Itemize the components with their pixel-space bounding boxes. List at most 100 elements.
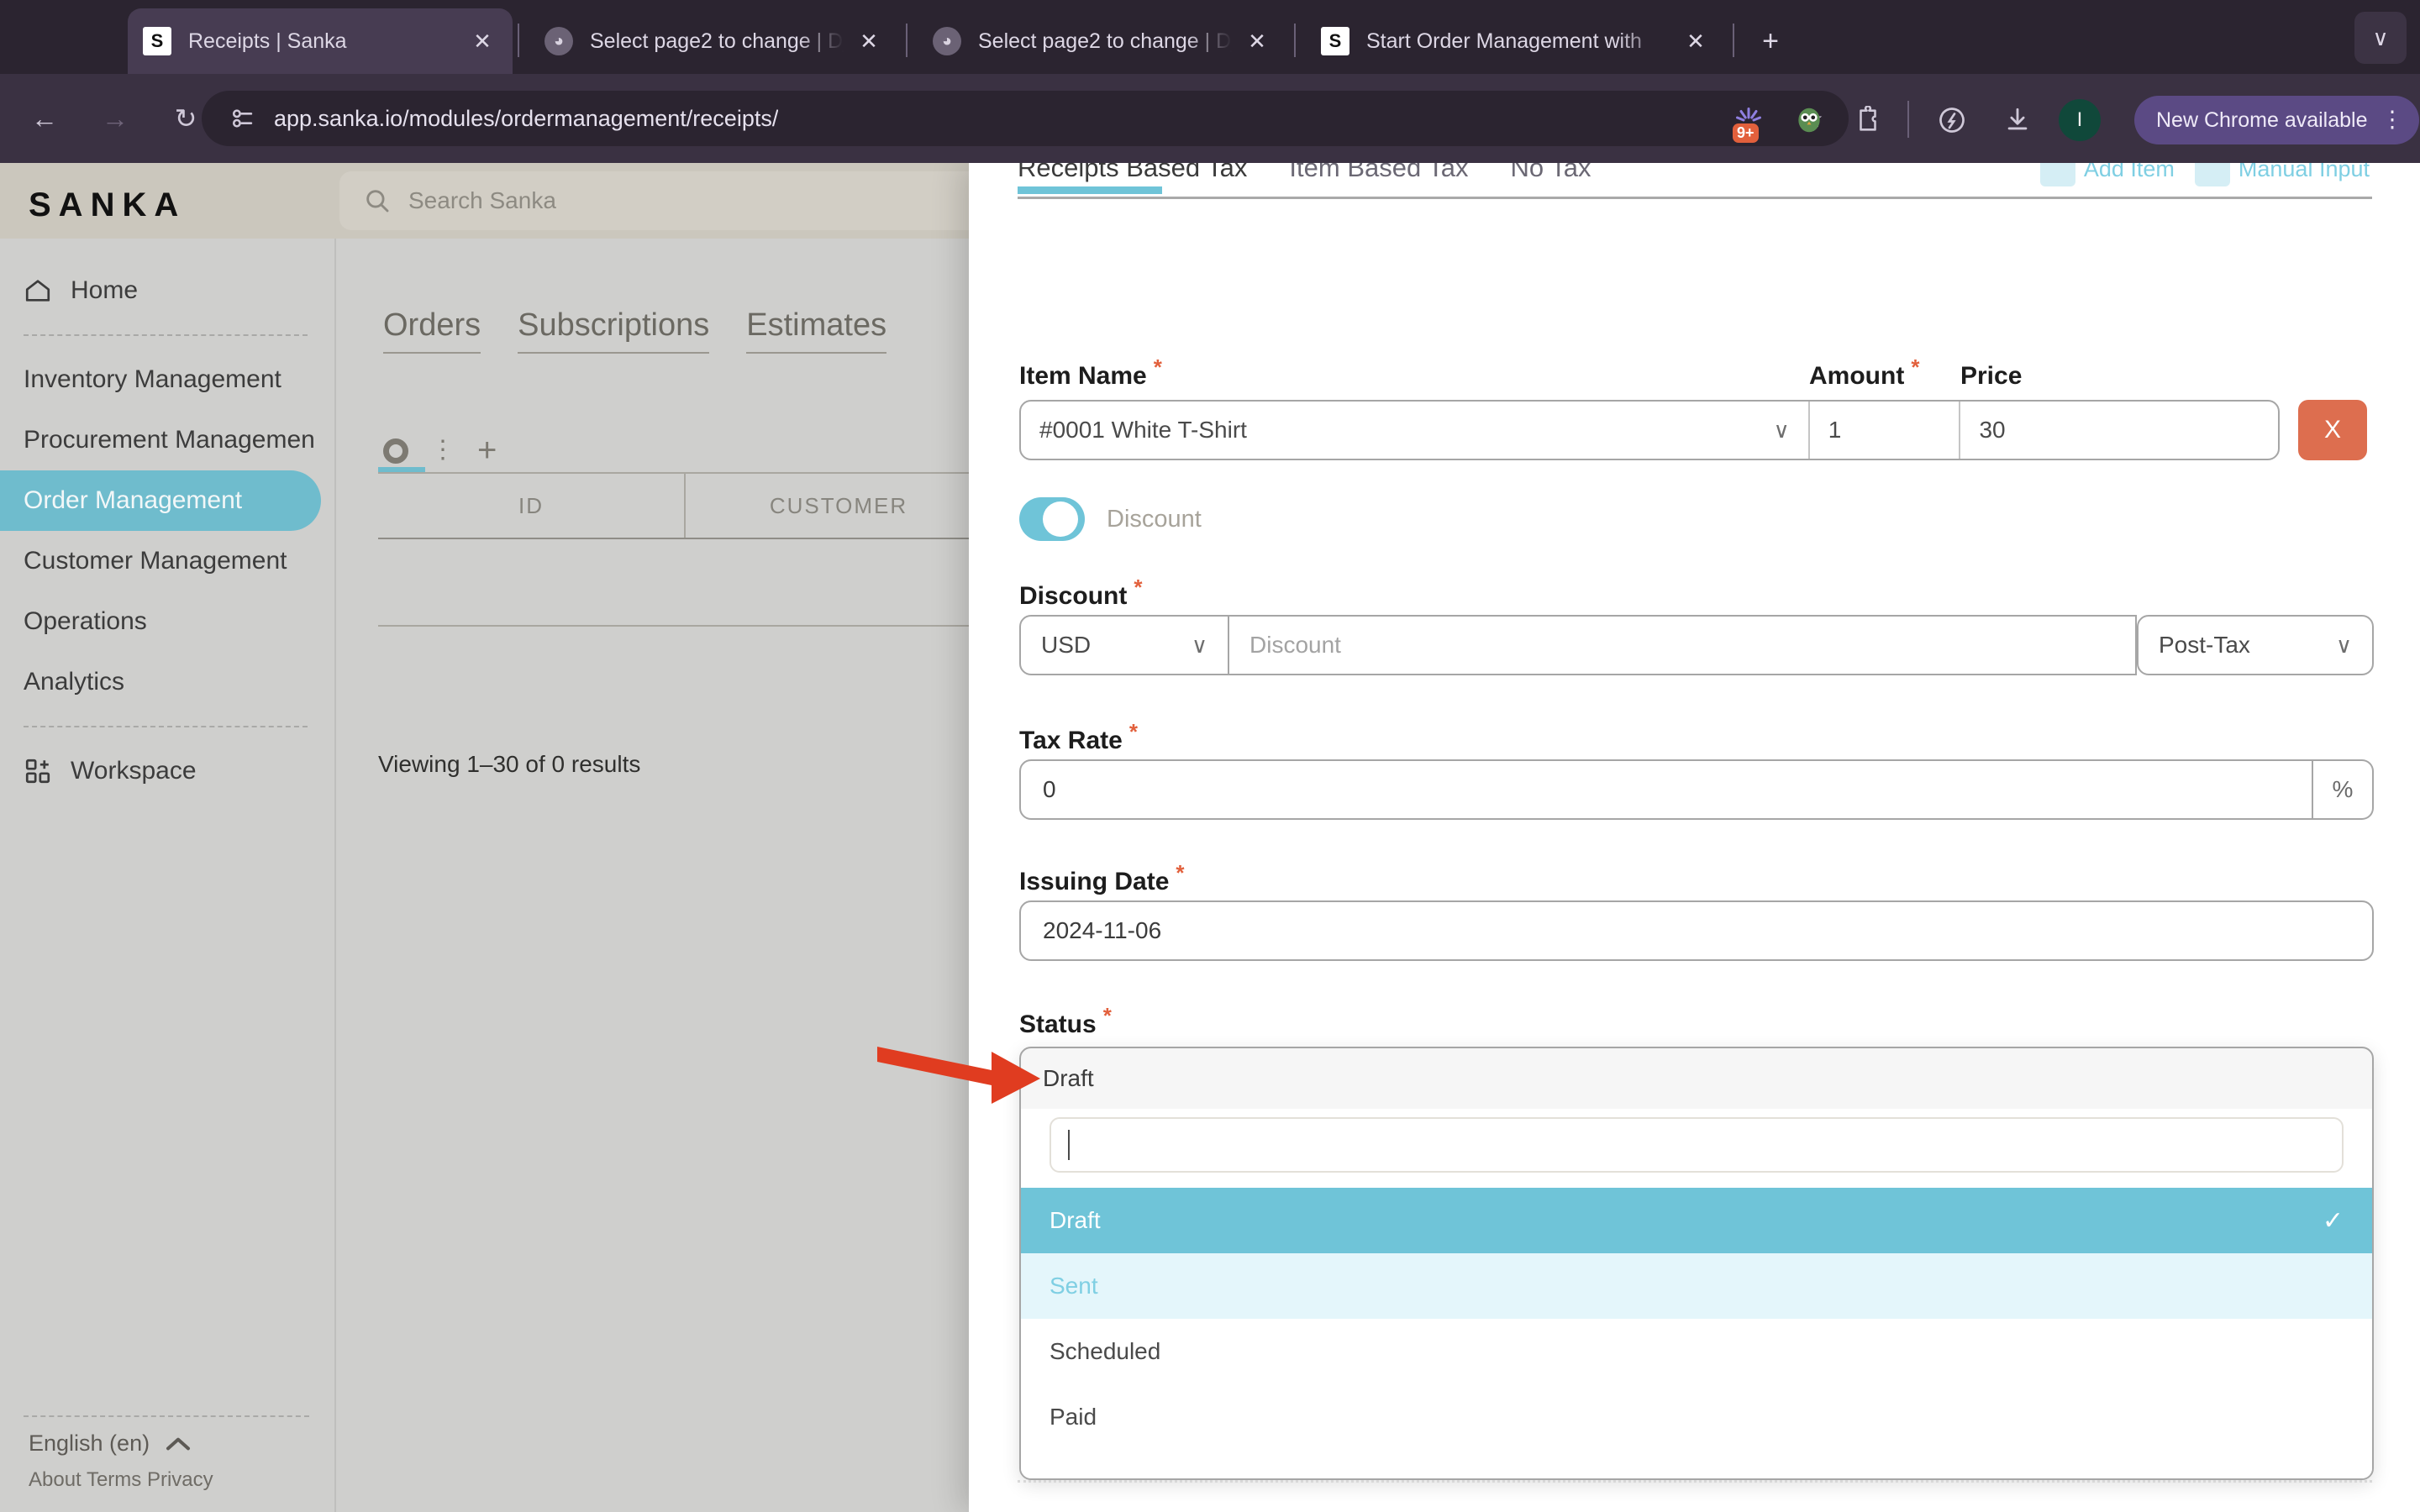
view-toolbar: ⋮ + [383,432,497,470]
new-tab-button[interactable]: + [1749,20,1791,62]
discount-label-text: Discount [1019,582,1127,610]
sidebar-item-inventory-management[interactable]: Inventory Management [0,349,334,410]
extension-icon-notifications[interactable]: 9+ [1729,101,1768,139]
view-options-icon[interactable]: ⋮ [430,441,455,460]
browser-tab-2[interactable]: ◕ Select page2 to change | Djan ✕ [918,8,1287,74]
required-asterisk: * [1154,354,1162,380]
sidebar-item-operations[interactable]: Operations [0,591,334,652]
tax-rate-value: 0 [1043,776,1056,803]
manual-input-button[interactable]: Manual Input [2195,163,2370,186]
modal-header-divider [1018,197,2372,199]
discount-toggle-row: Discount [1019,497,1202,541]
sidebar-item-home[interactable]: Home [0,260,334,321]
downloads-icon[interactable] [1998,101,2037,139]
check-icon: ✓ [2323,1206,2344,1236]
browser-tab-3[interactable]: S Start Order Management with ✕ [1306,8,1726,74]
sidebar-divider [24,726,308,727]
discount-field-label: Discount* [1019,575,1142,611]
modal-divider-top [1018,1480,2372,1483]
close-icon[interactable]: ✕ [1242,26,1272,56]
close-icon[interactable]: ✕ [1681,26,1711,56]
extension-icon-puzzle[interactable] [1849,101,1887,139]
tab-item-based-tax[interactable]: Item Based Tax [1289,163,1468,183]
close-icon[interactable]: ✕ [467,26,497,56]
issuing-date-value: 2024-11-06 [1043,917,1161,944]
discount-amount-input[interactable]: Discount [1229,615,2137,675]
new-chrome-available-button[interactable]: New Chrome available ⋮ [2134,96,2419,144]
browser-tab-1[interactable]: ◕ Select page2 to change | Djan ✕ [529,8,899,74]
sidebar-footer: English (en) About Terms Privacy [0,1402,336,1492]
tab-no-tax[interactable]: No Tax [1511,163,1591,183]
modal-header-actions: Add Item Manual Input [2040,163,2370,186]
django-favicon: ◕ [544,27,573,55]
tax-rate-input[interactable]: 0 [1019,759,2313,820]
language-selector[interactable]: English (en) [0,1431,336,1457]
tab-orders[interactable]: Orders [383,307,481,354]
tab-subscriptions[interactable]: Subscriptions [518,307,709,354]
chevron-down-icon: ∨ [1192,633,1207,659]
browser-menu-icon[interactable]: ⋮ [2381,111,2404,129]
site-settings-icon[interactable] [224,99,262,138]
item-name-value: #0001 White T-Shirt [1039,417,1247,444]
extension-icon-speed[interactable] [1933,101,1971,139]
browser-tab-0[interactable]: S Receipts | Sanka ✕ [128,8,513,74]
required-asterisk: * [1911,354,1919,380]
sidebar-item-analytics[interactable]: Analytics [0,652,334,712]
status-option-label: Draft [1050,1207,1101,1234]
amount-label-text: Amount [1809,362,1904,390]
browser-toolbar: ← → ↻ app.sanka.io/modules/ordermanageme… [0,74,2420,163]
item-amount-input[interactable]: 1 [1810,402,1961,459]
receipt-tax-tabs: Receipts Based Tax Item Based Tax No Tax [1018,163,1591,183]
extension-icon-owl[interactable] [1790,101,1828,139]
tab-receipts-based-tax[interactable]: Receipts Based Tax [1018,163,1247,183]
sidebar-item-customer-management[interactable]: Customer Management [0,531,334,591]
reload-icon: ↻ [175,102,197,134]
legal-links[interactable]: About Terms Privacy [0,1468,336,1492]
table-column-header[interactable]: CUSTOMER [686,474,993,538]
status-option-sent[interactable]: Sent [1021,1253,2372,1319]
remove-item-button[interactable]: X [2298,400,2367,460]
item-name-select[interactable]: #0001 White T-Shirt ∨ [1021,402,1810,459]
table-column-header[interactable]: ID [378,474,686,538]
results-count: Viewing 1–30 of 0 results [378,751,640,778]
sanka-favicon: S [143,27,171,55]
status-dropdown-panel: Draft ✓ Sent Scheduled Paid [1021,1109,2372,1478]
tax-rate-label-text: Tax Rate [1019,727,1123,754]
sanka-favicon: S [1321,27,1349,55]
item-name-label-text: Item Name [1019,362,1147,390]
tax-rate-field-label: Tax Rate* [1019,719,1138,755]
status-option-paid[interactable]: Paid [1021,1384,2372,1450]
sidebar-item-procurement-management[interactable]: Procurement Managemen [0,410,334,470]
sidebar-item-label: Analytics [24,668,124,696]
issuing-date-input[interactable]: 2024-11-06 [1019,900,2374,961]
currency-select[interactable]: USD ∨ [1019,615,1229,675]
tab-search-button[interactable]: ∨ [2354,12,2407,64]
url-text: app.sanka.io/modules/ordermanagement/rec… [274,106,778,132]
django-favicon: ◕ [933,27,961,55]
back-button[interactable]: ← [18,92,71,144]
forward-button[interactable]: → [89,92,141,144]
address-bar[interactable]: app.sanka.io/modules/ordermanagement/rec… [202,91,1849,146]
sidebar-item-label: Procurement Managemen [24,426,315,454]
chevron-down-icon: ∨ [2336,633,2352,659]
discount-toggle[interactable] [1019,497,1085,541]
add-view-icon[interactable]: + [477,432,497,470]
price-label: Price [1960,362,2022,391]
required-asterisk: * [1103,1003,1112,1028]
status-select[interactable]: Draft [1021,1048,2372,1109]
status-option-draft[interactable]: Draft ✓ [1021,1188,2372,1253]
sidebar-item-order-management[interactable]: Order Management [0,470,321,531]
item-price-input[interactable]: 30 [1960,402,2278,459]
tab-divider [1733,24,1734,57]
status-search-input[interactable] [1050,1117,2344,1173]
discount-timing-select[interactable]: Post-Tax ∨ [2137,615,2374,675]
sidebar-item-workspace[interactable]: Workspace [0,741,334,801]
close-icon[interactable]: ✕ [854,26,884,56]
add-item-button[interactable]: Add Item [2040,163,2175,186]
status-field-label: Status* [1019,1003,1112,1039]
app-logo[interactable]: SANKA [29,186,186,224]
avatar[interactable]: I [2059,99,2101,141]
view-status-icon[interactable] [383,438,408,464]
status-option-scheduled[interactable]: Scheduled [1021,1319,2372,1384]
tab-estimates[interactable]: Estimates [746,307,886,354]
